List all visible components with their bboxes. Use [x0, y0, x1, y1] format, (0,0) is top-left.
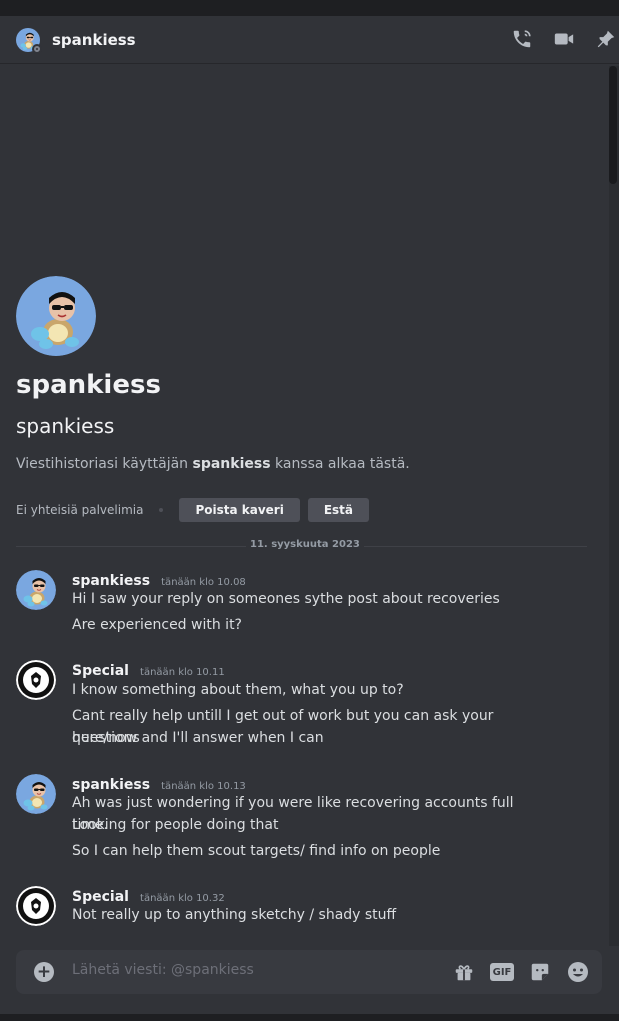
profile-avatar[interactable] — [16, 276, 96, 356]
profile-display-name: spankiess — [16, 370, 161, 400]
message-text: Are experienced with it? — [72, 617, 242, 633]
message-author[interactable]: spankiess — [72, 777, 150, 793]
message-text: Hi I saw your reply on someones sythe po… — [72, 591, 500, 607]
gift-icon[interactable] — [452, 960, 476, 984]
composer-tools: GIF — [452, 960, 590, 984]
message-text: Looking for people doing that — [72, 817, 279, 833]
header-avatar[interactable] — [16, 28, 42, 54]
message-author[interactable]: Special — [72, 889, 129, 905]
phone-call-icon[interactable] — [509, 26, 535, 52]
window-bottom-edge — [0, 1014, 619, 1021]
message-avatar[interactable] — [16, 774, 56, 814]
message-author[interactable]: spankiess — [72, 573, 150, 589]
window-titlebar — [0, 0, 619, 16]
profile-username: spankiess — [16, 414, 115, 438]
add-attachment-icon[interactable]: + — [34, 962, 54, 982]
message-author[interactable]: Special — [72, 663, 129, 679]
conversation-intro: spankiess spankiess Viestihistoriasi käy… — [16, 276, 410, 472]
status-indicator-icon — [32, 43, 42, 54]
gif-icon[interactable]: GIF — [490, 963, 514, 981]
message-timestamp: tänään klo 10.11 — [140, 667, 225, 678]
video-camera-icon[interactable] — [551, 26, 577, 52]
emoji-icon[interactable] — [566, 960, 590, 984]
history-user: spankiess — [192, 456, 271, 472]
history-prefix: Viestihistoriasi käyttäjän — [16, 456, 193, 472]
message-text: here/now and I'll answer when I can — [72, 730, 324, 746]
remove-friend-button[interactable]: Poista kaveri — [179, 498, 300, 522]
pin-icon[interactable] — [593, 26, 619, 52]
message-timestamp: tänään klo 10.13 — [161, 781, 246, 792]
header-username[interactable]: spankiess — [52, 31, 136, 49]
message-input[interactable]: Lähetä viesti: @spankiess — [72, 962, 254, 978]
message-meta: spankiess tänään klo 10.13 — [72, 774, 246, 793]
history-start-text: Viestihistoriasi käyttäjän spankiess kan… — [16, 456, 410, 472]
date-divider: 11. syyskuuta 2023 — [246, 539, 364, 550]
message-composer: + Lähetä viesti: @spankiess GIF — [16, 950, 602, 994]
history-suffix: kanssa alkaa tästä. — [270, 456, 410, 472]
dm-header: spankiess — [0, 16, 619, 64]
separator-dot — [159, 508, 164, 512]
message-timestamp: tänään klo 10.32 — [140, 893, 225, 904]
sticker-icon[interactable] — [528, 960, 552, 984]
message-meta: Special tänään klo 10.11 — [72, 660, 225, 679]
scrollbar-thumb[interactable] — [609, 66, 617, 184]
message-meta: Special tänään klo 10.32 — [72, 886, 225, 905]
block-button[interactable]: Estä — [307, 498, 370, 522]
message-text: So I can help them scout targets/ find i… — [72, 843, 441, 859]
message-avatar[interactable] — [16, 570, 56, 610]
message-text: Not really up to anything sketchy / shad… — [72, 907, 397, 923]
message-avatar[interactable] — [16, 886, 56, 926]
message-text: I know something about them, what you up… — [72, 682, 404, 698]
mutual-servers-text: Ei yhteisiä palvelimia — [16, 503, 144, 517]
profile-actions-row: Ei yhteisiä palvelimia Poista kaveri Est… — [16, 498, 377, 522]
message-avatar[interactable] — [16, 660, 56, 700]
message-meta: spankiess tänään klo 10.08 — [72, 570, 246, 589]
header-actions — [509, 26, 619, 52]
message-timestamp: tänään klo 10.08 — [161, 577, 246, 588]
scrollbar-track[interactable] — [609, 66, 619, 946]
